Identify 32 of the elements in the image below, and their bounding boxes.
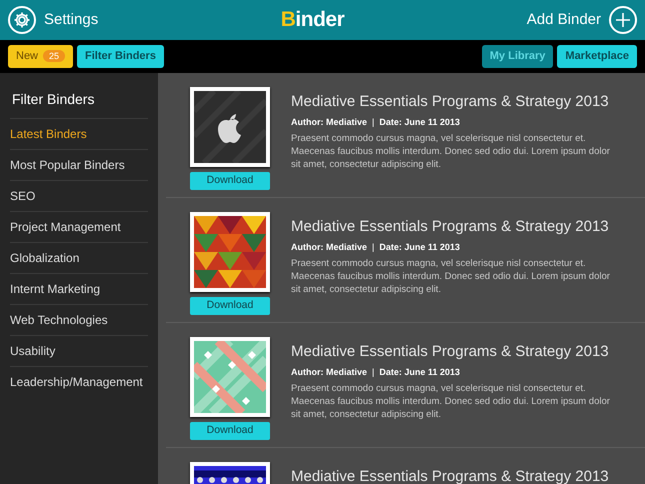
- download-button[interactable]: Download: [190, 422, 270, 440]
- nav-tab[interactable]: Marketplace: [557, 45, 637, 68]
- count-badge: 25: [43, 50, 66, 62]
- binder-description: Praesent commodo cursus magna, vel scelerisque nisl consectetur et. Maecenas faucibus mollis interdum. Donec sed odio dui. Lorem ipsum dolor sit amet, consectetur adipiscing elit.: [291, 132, 611, 171]
- binder-meta: Author: Mediative | Date: June 11 2013: [291, 116, 461, 129]
- sidebar-item[interactable]: Leadership/Management: [10, 366, 148, 397]
- download-button[interactable]: Download: [190, 172, 270, 190]
- new-button[interactable]: New 25: [8, 45, 74, 68]
- add-binder-label[interactable]: Add Binder: [526, 8, 601, 32]
- binder-title[interactable]: Mediative Essentials Programs & Strategy 2013: [291, 466, 609, 484]
- sidebar-item[interactable]: Most Popular Binders: [10, 149, 148, 180]
- app-logo: Binder: [280, 7, 344, 34]
- binder-description: Praesent commodo cursus magna, vel scelerisque nisl consectetur et. Maecenas faucibus mollis interdum. Donec sed odio dui. Lorem ipsum dolor sit amet, consectetur adipiscing elit.: [291, 382, 611, 421]
- sidebar-item[interactable]: SEO: [10, 180, 148, 211]
- sidebar-item[interactable]: Usability: [10, 335, 148, 366]
- filter-button[interactable]: Filter Binders: [77, 45, 164, 68]
- download-button[interactable]: Download: [190, 297, 270, 315]
- binder-title[interactable]: Mediative Essentials Programs & Strategy 2013: [291, 91, 611, 114]
- binder-title[interactable]: Mediative Essentials Programs & Strategy 2013: [291, 341, 611, 364]
- sidebar-item[interactable]: Internt Marketing: [10, 273, 148, 304]
- sidebar-item[interactable]: Project Management: [10, 211, 148, 242]
- binder-title[interactable]: Mediative Essentials Programs & Strategy 2013: [291, 216, 611, 238]
- sidebar-item[interactable]: Latest Binders: [10, 118, 148, 149]
- add-icon[interactable]: [609, 6, 637, 34]
- sidebar-item[interactable]: Web Technologies: [10, 304, 148, 335]
- settings-label[interactable]: Settings: [44, 8, 98, 32]
- binder-meta: Author: Mediative | Date: June 11 2013: [291, 366, 461, 379]
- binder-description: Praesent commodo cursus magna, vel scelerisque nisl consectetur et. Maecenas faucibus mollis interdum. Donec sed odio dui. Lorem ipsum dolor sit amet, consectetur adipiscing elit.: [291, 257, 611, 296]
- sidebar-title: Filter Binders: [11, 90, 96, 109]
- binder-meta: Author: Mediative | Date: June 11 2013: [291, 240, 461, 254]
- sidebar-item[interactable]: Globalization: [10, 242, 148, 273]
- settings-icon[interactable]: [8, 6, 36, 34]
